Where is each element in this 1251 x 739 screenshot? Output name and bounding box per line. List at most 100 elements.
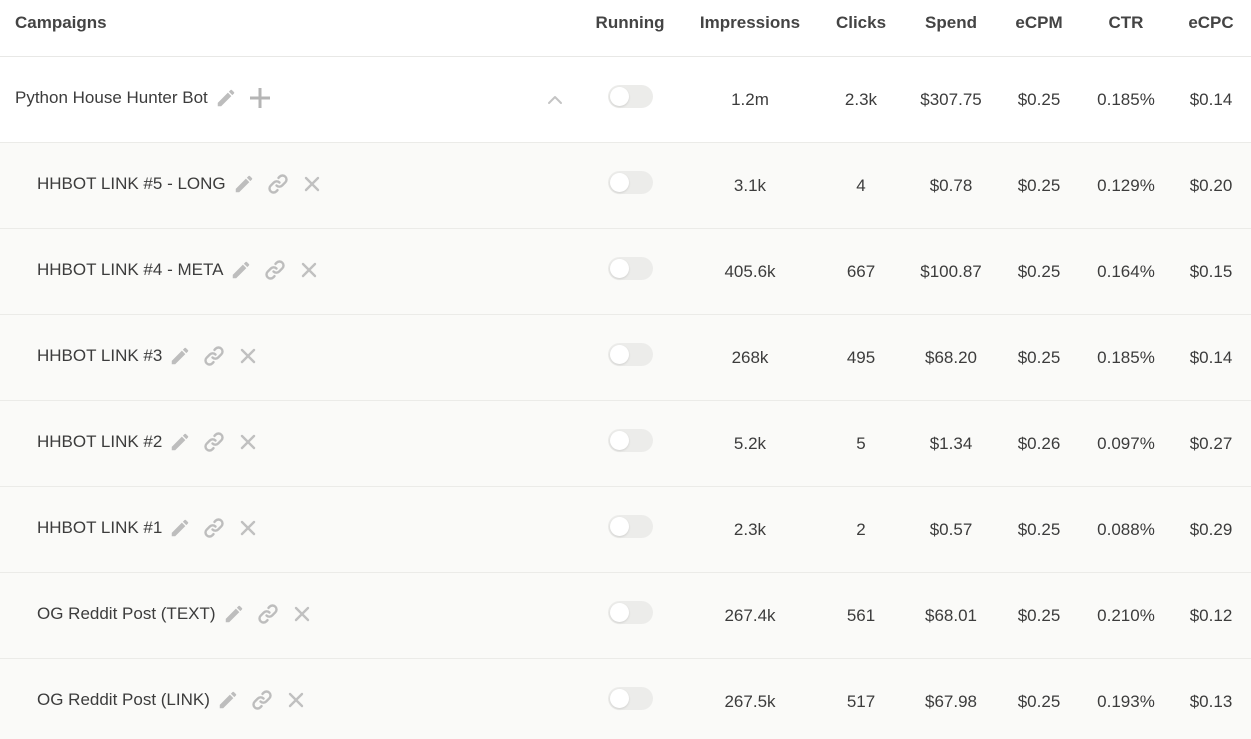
spend-value: $307.75	[920, 90, 982, 109]
close-icon[interactable]	[284, 688, 308, 712]
toggle-knob	[610, 603, 629, 622]
toggle-knob	[610, 259, 629, 278]
ad-name-cell: OG Reddit Post (LINK)	[37, 659, 318, 739]
clicks-value: 561	[846, 606, 876, 625]
running-toggle[interactable]	[608, 171, 653, 194]
toggle-knob	[610, 431, 629, 450]
ad-row: HHBOT LINK #1 2.3k 2 $0.57 $0.25 0.088% …	[0, 487, 1251, 573]
ecpm-value: $0.25	[1017, 606, 1061, 625]
ad-name: HHBOT LINK #4 - META	[37, 260, 224, 279]
ad-name: HHBOT LINK #3	[37, 346, 163, 365]
ecpc-value: $0.12	[1189, 606, 1233, 625]
close-icon[interactable]	[236, 516, 260, 540]
link-icon[interactable]	[256, 602, 280, 626]
running-toggle[interactable]	[608, 687, 653, 710]
ctr-value: 0.185%	[1097, 348, 1155, 367]
link-icon[interactable]	[250, 688, 274, 712]
running-toggle[interactable]	[608, 515, 653, 538]
clicks-value: 517	[846, 692, 876, 711]
ad-name: HHBOT LINK #2	[37, 432, 163, 451]
impressions-value: 3.1k	[733, 176, 767, 195]
close-icon[interactable]	[290, 602, 314, 626]
ecpm-value: $0.26	[1017, 434, 1061, 453]
pencil-icon[interactable]	[222, 602, 246, 626]
ecpm-value: $0.25	[1017, 176, 1061, 195]
clicks-value: 2.3k	[844, 90, 878, 109]
pencil-icon[interactable]	[168, 430, 192, 454]
ctr-value: 0.088%	[1097, 520, 1155, 539]
header-campaigns[interactable]: Campaigns	[15, 0, 107, 46]
impressions-value: 405.6k	[724, 262, 776, 281]
link-icon[interactable]	[202, 430, 226, 454]
ad-row: OG Reddit Post (LINK) 267.5k 517 $67.98 …	[0, 659, 1251, 739]
ad-name-cell: OG Reddit Post (TEXT)	[37, 573, 324, 655]
header-running[interactable]: Running	[596, 0, 665, 46]
pencil-icon[interactable]	[216, 688, 240, 712]
pencil-icon[interactable]	[229, 258, 253, 282]
ad-name: OG Reddit Post (TEXT)	[37, 604, 216, 623]
ad-row: OG Reddit Post (TEXT) 267.4k 561 $68.01 …	[0, 573, 1251, 659]
link-icon[interactable]	[202, 344, 226, 368]
header-spend[interactable]: Spend	[925, 0, 977, 46]
running-toggle[interactable]	[608, 257, 653, 280]
close-icon[interactable]	[236, 344, 260, 368]
pencil-icon[interactable]	[232, 172, 256, 196]
spend-value: $68.20	[925, 348, 977, 367]
ecpm-value: $0.25	[1017, 692, 1061, 711]
toggle-knob	[610, 689, 629, 708]
spend-value: $100.87	[920, 262, 982, 281]
ctr-value: 0.210%	[1097, 606, 1155, 625]
chevron-up-icon[interactable]	[545, 90, 565, 110]
running-toggle[interactable]	[608, 429, 653, 452]
spend-value: $68.01	[925, 606, 977, 625]
toggle-knob	[610, 173, 629, 192]
campaign-name: Python House Hunter Bot	[15, 88, 208, 107]
ecpc-value: $0.15	[1189, 262, 1233, 281]
ad-name-cell: HHBOT LINK #5 - LONG	[37, 143, 334, 225]
running-toggle[interactable]	[608, 343, 653, 366]
ad-row: HHBOT LINK #4 - META 405.6k 667 $100.87 …	[0, 229, 1251, 315]
ecpm-value: $0.25	[1017, 520, 1061, 539]
ctr-value: 0.097%	[1097, 434, 1155, 453]
ad-name-cell: HHBOT LINK #4 - META	[37, 229, 331, 311]
close-icon[interactable]	[300, 172, 324, 196]
ctr-value: 0.164%	[1097, 262, 1155, 281]
impressions-value: 267.5k	[724, 692, 776, 711]
campaign-name-cell: Python House Hunter Bot	[15, 57, 282, 139]
link-icon[interactable]	[263, 258, 287, 282]
ad-name-cell: HHBOT LINK #1	[37, 487, 270, 569]
impressions-value: 267.4k	[724, 606, 776, 625]
ecpm-value: $0.25	[1017, 90, 1061, 109]
header-ecpm[interactable]: eCPM	[1015, 0, 1062, 46]
header-ecpc[interactable]: eCPC	[1188, 0, 1233, 46]
ctr-value: 0.185%	[1097, 90, 1155, 109]
close-icon[interactable]	[236, 430, 260, 454]
impressions-value: 5.2k	[733, 434, 767, 453]
spend-value: $67.98	[925, 692, 977, 711]
clicks-value: 495	[846, 348, 876, 367]
header-impressions[interactable]: Impressions	[700, 0, 800, 46]
header-clicks[interactable]: Clicks	[836, 0, 886, 46]
ad-name-cell: HHBOT LINK #3	[37, 315, 270, 397]
clicks-value: 5	[856, 434, 866, 453]
header-ctr[interactable]: CTR	[1109, 0, 1144, 46]
plus-icon[interactable]	[248, 86, 272, 110]
impressions-value: 2.3k	[733, 520, 767, 539]
running-toggle[interactable]	[608, 601, 653, 624]
ad-name-cell: HHBOT LINK #2	[37, 401, 270, 483]
pencil-icon[interactable]	[214, 86, 238, 110]
link-icon[interactable]	[266, 172, 290, 196]
ad-row: HHBOT LINK #2 5.2k 5 $1.34 $0.26 0.097% …	[0, 401, 1251, 487]
pencil-icon[interactable]	[168, 516, 192, 540]
clicks-value: 4	[856, 176, 866, 195]
close-icon[interactable]	[297, 258, 321, 282]
pencil-icon[interactable]	[168, 344, 192, 368]
ecpc-value: $0.14	[1189, 90, 1233, 109]
clicks-value: 2	[856, 520, 866, 539]
ecpc-value: $0.27	[1189, 434, 1233, 453]
ecpc-value: $0.13	[1189, 692, 1233, 711]
toggle-knob	[610, 517, 629, 536]
link-icon[interactable]	[202, 516, 226, 540]
running-toggle[interactable]	[608, 85, 653, 108]
ad-name: HHBOT LINK #5 - LONG	[37, 174, 226, 193]
